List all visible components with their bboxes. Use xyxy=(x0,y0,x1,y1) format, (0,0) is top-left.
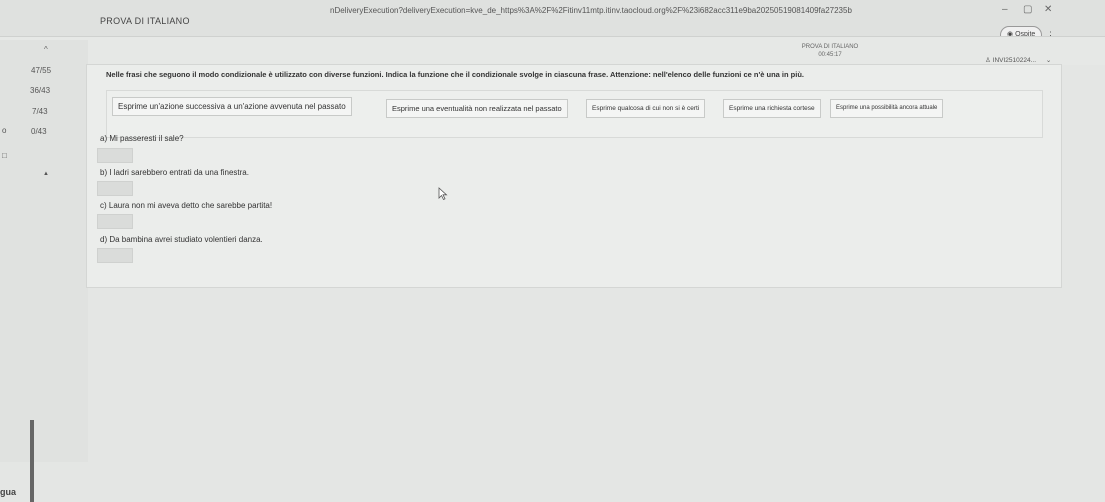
section-progress-2[interactable]: 36/43 xyxy=(30,86,50,95)
timer: 00:45:17 xyxy=(818,52,842,58)
question-d: d) Da bambina avrei studiato volentieri … xyxy=(100,235,263,244)
browser-chrome: nDeliveryExecution?deliveryExecution=kve… xyxy=(0,0,1105,36)
question-a: a) Mi passeresti il sale? xyxy=(100,134,184,143)
app-header: PROVA DI ITALIANO 00:45:17 ♙ INVI2510224… xyxy=(0,36,1105,65)
section-marker: o xyxy=(2,126,7,135)
user-id: INVI2510224... xyxy=(992,57,1037,64)
drop-zone-d[interactable] xyxy=(97,248,133,263)
user-menu[interactable]: ♙ INVI2510224... ⌄ xyxy=(985,56,1051,64)
arrow-up-icon[interactable]: ▲ xyxy=(43,171,49,177)
language-label: gua xyxy=(0,487,17,497)
question-b: b) I ladri sarebbero entrati da una fine… xyxy=(100,168,249,177)
flag-icon[interactable]: □ xyxy=(2,151,7,160)
user-icon: ♙ xyxy=(985,57,991,64)
cursor-icon xyxy=(438,187,448,201)
collapse-icon[interactable]: ^ xyxy=(44,45,48,54)
section-sidebar: ^ 47/55 36/43 7/43 0/43 o □ ▲ gua xyxy=(0,40,88,502)
question-c: c) Laura non mi aveva detto che sarebbe … xyxy=(100,201,273,210)
close-icon[interactable]: ✕ xyxy=(1044,4,1052,15)
option-chip-5[interactable]: Esprime una possibilità ancora attuale xyxy=(830,99,944,118)
drop-zone-c[interactable] xyxy=(97,214,133,229)
chevron-down-icon[interactable]: ⌄ xyxy=(1046,57,1051,64)
option-chip-1[interactable]: Esprime un'azione successiva a un'azione… xyxy=(112,97,352,116)
item-instruction: Nelle frasi che seguono il modo condizio… xyxy=(106,70,804,79)
address-bar[interactable]: nDeliveryExecution?deliveryExecution=kve… xyxy=(330,6,852,15)
tab-title[interactable]: PROVA DI ITALIANO xyxy=(100,16,190,26)
drop-zone-a[interactable] xyxy=(97,148,133,163)
option-chip-3[interactable]: Esprime qualcosa di cui non si è certi xyxy=(586,99,706,118)
drop-zone-b[interactable] xyxy=(97,181,133,196)
exam-title: PROVA DI ITALIANO xyxy=(801,44,859,50)
maximize-icon[interactable]: ▢ xyxy=(1023,4,1032,15)
section-progress-1[interactable]: 47/55 xyxy=(31,66,51,75)
option-chip-4[interactable]: Esprime una richiesta cortese xyxy=(723,99,821,118)
section-progress-3[interactable]: 7/43 xyxy=(32,107,48,116)
sidebar-scrollbar[interactable] xyxy=(30,420,34,502)
minimize-icon[interactable]: – xyxy=(1002,4,1008,15)
section-progress-4[interactable]: 0/43 xyxy=(31,127,47,136)
option-chip-2[interactable]: Esprime una eventualità non realizzata n… xyxy=(386,99,568,118)
